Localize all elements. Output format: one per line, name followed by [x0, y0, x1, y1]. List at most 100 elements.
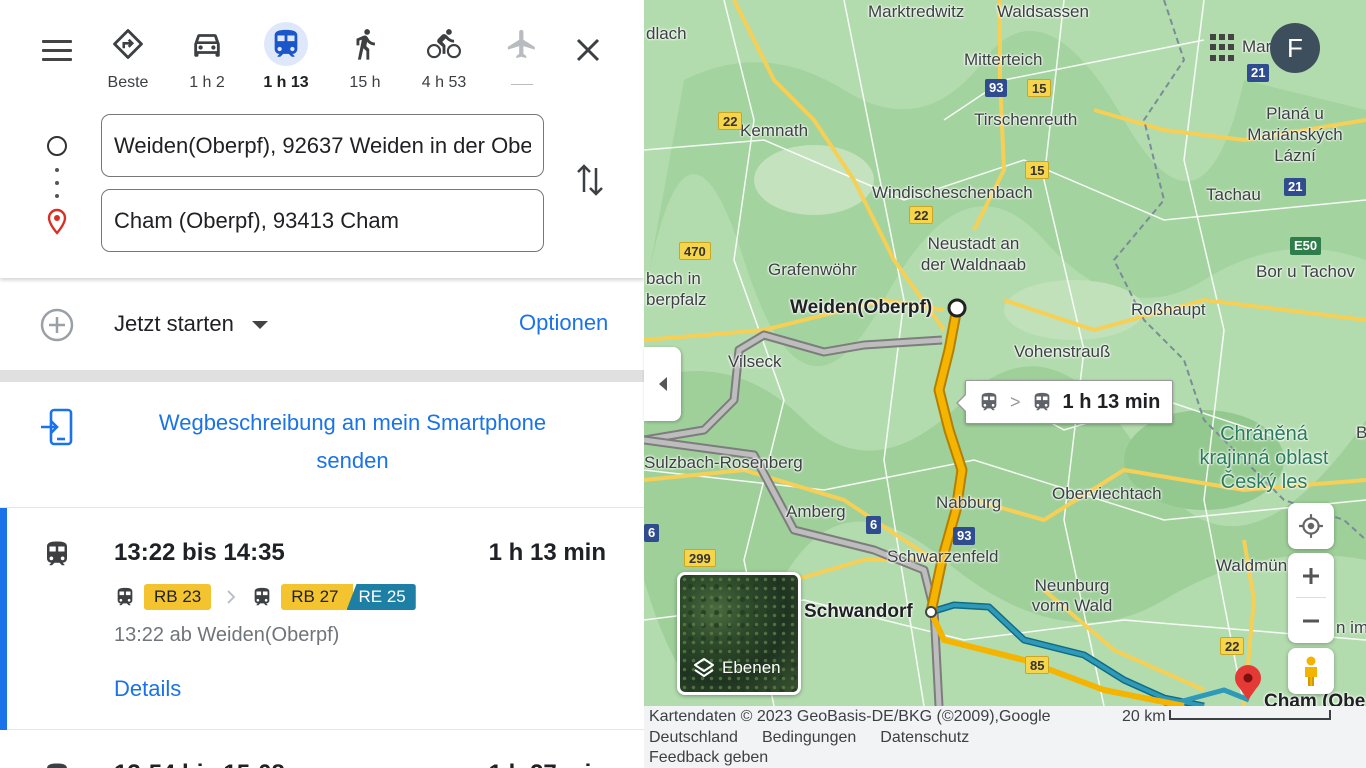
mode-bike[interactable]: 4 h 53: [407, 22, 481, 94]
collapse-panel-button[interactable]: [644, 347, 681, 421]
swap-arrows-icon: [577, 164, 603, 196]
walking-icon: [356, 29, 375, 60]
road-shield: 21: [1247, 64, 1270, 82]
place-label: B: [1356, 423, 1366, 442]
road-shield: 22: [909, 206, 934, 224]
scale-label[interactable]: 20 km: [1122, 708, 1166, 726]
my-location-button[interactable]: [1288, 503, 1334, 549]
train-icon: [117, 587, 133, 606]
menu-bar: [42, 48, 72, 52]
mode-icon-wrap: [106, 22, 150, 66]
apps-grid-dot: [1210, 34, 1216, 40]
add-stop-icon[interactable]: [40, 308, 74, 342]
apps-grid-dot: [1210, 44, 1216, 51]
mode-walk[interactable]: 15 h: [328, 22, 402, 94]
destination-input[interactable]: [114, 207, 531, 234]
departure-time-dropdown[interactable]: Jetzt starten: [114, 311, 268, 337]
route-departure-info: 13:22 ab Weiden(Oberpf): [114, 624, 340, 646]
car-icon: [194, 34, 220, 57]
mode-unavailable-dash: [511, 84, 533, 85]
place-label: n im: [1336, 618, 1366, 637]
place-label: Tachau: [1206, 185, 1261, 204]
directions-header: Beste 1 h 2 1 h 13 15 h 4 h 53 Weiden(Ob…: [0, 0, 644, 278]
minus-icon: [1303, 619, 1319, 622]
train-icon: [47, 763, 67, 768]
origin-input[interactable]: [114, 132, 531, 159]
google-apps-button[interactable]: [1210, 34, 1238, 62]
apps-grid-dot: [1219, 44, 1225, 51]
place-label: Oberviechtach: [1052, 484, 1162, 503]
route-dot: [55, 194, 59, 198]
mode-label: Beste: [107, 74, 149, 91]
place-label: Grafenwöhr: [768, 260, 857, 279]
route-details-link[interactable]: Details: [114, 676, 181, 702]
zoom-controls: [1288, 553, 1334, 643]
layers-label: Ebenen: [722, 658, 781, 677]
layers-icon: [694, 658, 714, 677]
origin-field[interactable]: [101, 114, 544, 177]
place-label: Marktredwitz: [868, 2, 965, 21]
footer-links: Deutschland Bedingungen Datenschutz: [649, 729, 969, 747]
place-label: Waldmün: [1216, 556, 1288, 575]
layers-label-row: Ebenen: [692, 656, 781, 680]
account-avatar[interactable]: F: [1270, 23, 1320, 73]
road-shield: 22: [718, 112, 743, 130]
line-badge: RE 25: [346, 584, 416, 610]
place-label-text: Neunburg vorm Wald: [1031, 576, 1113, 615]
route-time-callout[interactable]: > 1 h 13 min: [956, 380, 1173, 424]
send-link-line1: Wegbeschreibung an mein Smartphone: [158, 410, 547, 435]
road-shield: 85: [1025, 656, 1050, 674]
mode-label: 1 h 2: [189, 74, 225, 91]
apps-grid-dot: [1210, 54, 1216, 61]
road-shield: 93: [985, 79, 1008, 97]
route-dot: [55, 168, 59, 172]
route-steps: RB 23 RB 27 RE 25: [114, 583, 416, 611]
place-label: Windischeschenbach: [872, 183, 1033, 202]
apps-grid-dot: [1219, 54, 1225, 61]
place-label: Sulzbach-Rosenberg: [644, 453, 803, 472]
road-shield: 15: [1027, 79, 1052, 97]
departure-options-row: Jetzt starten Optionen: [0, 278, 644, 370]
pegman-icon: [1305, 656, 1317, 686]
swap-locations-button[interactable]: [572, 160, 608, 200]
place-label-park: Chráněná krajinná oblast Český les: [1184, 422, 1344, 494]
zoom-out-button[interactable]: [1288, 598, 1334, 643]
route-time-range: 13:22 bis 14:35: [114, 539, 285, 566]
place-label: Neunburg vorm Wald: [1022, 576, 1122, 616]
place-label: Waldsassen: [997, 2, 1089, 21]
airplane-icon: [507, 29, 535, 59]
send-to-phone-icon: [41, 408, 73, 446]
layers-button[interactable]: Ebenen: [677, 572, 801, 695]
road-shield: 299: [684, 549, 716, 567]
send-to-phone-link[interactable]: Wegbeschreibung an mein Smartphone sende…: [120, 404, 585, 480]
mode-label: 4 h 53: [421, 74, 467, 91]
mode-transit[interactable]: 1 h 13: [249, 22, 323, 94]
mode-best[interactable]: Beste: [91, 22, 165, 94]
destination-field[interactable]: [101, 189, 544, 252]
footer-link-terms[interactable]: Bedingungen: [762, 729, 856, 747]
street-view-button[interactable]: [1288, 648, 1334, 694]
route-dot: [55, 181, 59, 185]
mode-car[interactable]: 1 h 2: [170, 22, 244, 94]
place-label: Amberg: [786, 502, 846, 521]
options-link[interactable]: Optionen: [519, 310, 608, 336]
place-label: bach in berpfalz: [646, 268, 716, 310]
footer-link-privacy[interactable]: Datenschutz: [880, 729, 969, 747]
train-icon: [1034, 392, 1049, 411]
menu-icon[interactable]: [38, 32, 76, 68]
route-option-card[interactable]: 13:54 bis 15:08 1 h 27 min: [0, 730, 644, 768]
mode-flight[interactable]: [485, 22, 559, 94]
close-directions-button[interactable]: [570, 32, 606, 68]
route-option-card[interactable]: 13:22 bis 14:35 1 h 13 min RB 23 RB 27 R…: [0, 508, 644, 730]
chevron-right-icon: >: [1010, 391, 1021, 412]
directions-diamond-icon: [113, 29, 143, 59]
mode-icon-wrap: [343, 22, 387, 66]
train-icon: [981, 392, 997, 411]
crosshair-icon: [1299, 514, 1323, 538]
selected-route-accent: [0, 508, 7, 730]
zoom-in-button[interactable]: [1288, 553, 1334, 598]
footer-link-country[interactable]: Deutschland: [649, 729, 738, 747]
feedback-link[interactable]: Feedback geben: [649, 749, 768, 767]
mode-icon-wrap: [500, 22, 544, 66]
place-label: Neustadt an der Waldnaab: [916, 233, 1031, 275]
